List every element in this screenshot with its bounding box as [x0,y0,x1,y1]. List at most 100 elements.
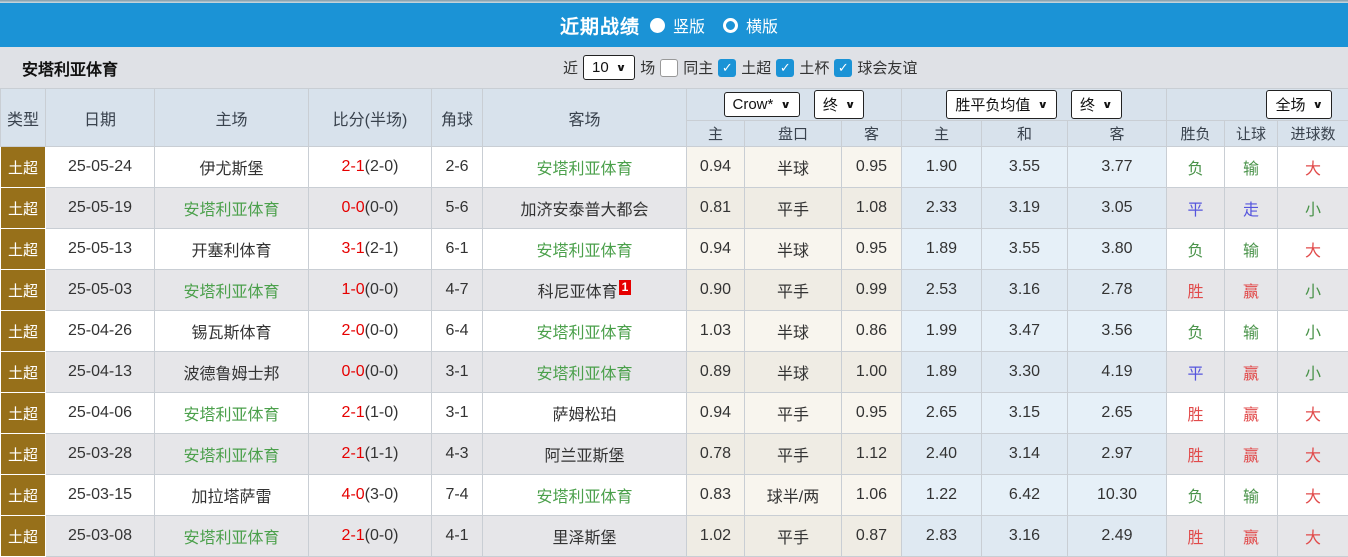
wdl-result-cell: 负 [1167,147,1225,188]
recent-results-table: 类型 日期 主场 比分(半场) 角球 客场 Crow* ∨ 终 ∨ [0,88,1348,557]
handicap-cell: 平手 [745,434,842,475]
handicap-cell: 平手 [745,393,842,434]
crow-away-odds-cell: 1.08 [842,188,902,229]
avg-away-odds-cell: 2.97 [1068,434,1167,475]
crow-away-odds-cell: 0.95 [842,229,902,270]
date-cell: 25-05-24 [46,147,155,188]
vertical-layout-radio[interactable] [650,18,665,33]
away-team-cell: 安塔利亚体育 [483,475,687,516]
avg-draw-odds-cell: 3.47 [982,311,1068,352]
friendly-label[interactable]: 球会友谊 [857,57,917,78]
wdl-result-cell: 平 [1167,188,1225,229]
chevron-down-icon: ∨ [1037,98,1048,111]
horizontal-layout-label[interactable]: 横版 [746,13,778,37]
home-team-cell: 加拉塔萨雷 [155,475,309,516]
filter-bar: 安塔利亚体育 近 10 ∨ 场 同主 ✓ 土超 ✓ 土杯 ✓ 球会友谊 [0,47,1348,88]
friendly-checkbox[interactable]: ✓ [834,59,852,77]
bookmaker-time-select[interactable]: 终 ∨ [814,90,865,119]
cup-label[interactable]: 土杯 [799,57,829,78]
odds-average-select[interactable]: 胜平负均值 ∨ [946,90,1057,119]
sub-header-wdl: 胜负 [1167,121,1225,147]
handicap-result-cell: 走 [1225,188,1278,229]
col-header-score: 比分(半场) [309,89,432,147]
date-cell: 25-04-13 [46,352,155,393]
corners-cell: 2-6 [432,147,483,188]
date-cell: 25-03-15 [46,475,155,516]
date-cell: 25-05-13 [46,229,155,270]
wdl-result-cell: 平 [1167,352,1225,393]
fulltime-score: 4-0 [342,486,365,503]
wdl-result-cell: 负 [1167,475,1225,516]
col-header-date: 日期 [46,89,155,147]
handicap-result-cell: 输 [1225,229,1278,270]
corners-cell: 6-4 [432,311,483,352]
match-row: 土超25-05-03安塔利亚体育1-0(0-0)4-7科尼亚体育10.90平手0… [1,270,1348,311]
recent-count-select[interactable]: 10 ∨ [583,55,635,80]
score-cell: 2-1(1-1) [309,434,432,475]
score-cell: 0-0(0-0) [309,352,432,393]
bookmaker-select[interactable]: Crow* ∨ [724,92,800,117]
fulltime-score: 2-1 [342,445,365,462]
avg-draw-odds-cell: 3.14 [982,434,1068,475]
recent-label: 近 [563,57,578,78]
super-league-label[interactable]: 土超 [741,57,771,78]
date-cell: 25-03-08 [46,516,155,557]
fulltime-score: 2-1 [342,527,365,544]
crow-away-odds-cell: 1.00 [842,352,902,393]
league-type-cell: 土超 [1,393,46,434]
same-home-label[interactable]: 同主 [683,57,713,78]
handicap-result-cell: 输 [1225,147,1278,188]
home-team-cell: 安塔利亚体育 [155,270,309,311]
league-type-cell: 土超 [1,229,46,270]
horizontal-layout-radio[interactable] [723,18,738,33]
avg-home-odds-cell: 2.40 [902,434,982,475]
col-header-type: 类型 [1,89,46,147]
matches-label: 场 [640,57,655,78]
halftime-score: (0-0) [365,527,399,544]
date-cell: 25-04-06 [46,393,155,434]
halftime-score: (2-1) [365,240,399,257]
same-home-checkbox[interactable] [660,59,678,77]
page-title: 近期战绩 [560,12,640,39]
match-row: 土超25-05-13开塞利体育3-1(2-1)6-1安塔利亚体育0.94半球0.… [1,229,1348,270]
table-body: 土超25-05-24伊尤斯堡2-1(2-0)2-6安塔利亚体育0.94半球0.9… [1,147,1348,557]
avg-away-odds-cell: 3.80 [1068,229,1167,270]
sub-header-odds-home: 主 [902,121,982,147]
away-team-cell: 阿兰亚斯堡 [483,434,687,475]
cup-checkbox[interactable]: ✓ [776,59,794,77]
goals-result-cell: 小 [1278,188,1348,229]
wdl-result-cell: 胜 [1167,434,1225,475]
sub-header-odds-away: 客 [1068,121,1167,147]
goals-result-cell: 小 [1278,270,1348,311]
sub-header-crow-away: 客 [842,121,902,147]
handicap-result-cell: 输 [1225,475,1278,516]
home-team-cell: 锡瓦斯体育 [155,311,309,352]
home-team-cell: 安塔利亚体育 [155,516,309,557]
avg-away-odds-cell: 4.19 [1068,352,1167,393]
crow-away-odds-cell: 0.99 [842,270,902,311]
league-type-cell: 土超 [1,352,46,393]
vertical-layout-label[interactable]: 竖版 [673,13,705,37]
fulltime-score: 0-0 [342,363,365,380]
chevron-down-icon: ∨ [1102,98,1113,111]
sub-header-goals: 进球数 [1278,121,1348,147]
match-row: 土超25-04-26锡瓦斯体育2-0(0-0)6-4安塔利亚体育1.03半球0.… [1,311,1348,352]
score-cell: 0-0(0-0) [309,188,432,229]
handicap-result-cell: 赢 [1225,352,1278,393]
avg-draw-odds-cell: 3.16 [982,270,1068,311]
crow-away-odds-cell: 1.06 [842,475,902,516]
fulltime-select[interactable]: 全场 ∨ [1266,90,1332,119]
score-cell: 4-0(3-0) [309,475,432,516]
avg-draw-odds-cell: 6.42 [982,475,1068,516]
super-league-checkbox[interactable]: ✓ [718,59,736,77]
halftime-score: (0-0) [365,199,399,216]
match-row: 土超25-05-19安塔利亚体育0-0(0-0)5-6加济安泰普大都会0.81平… [1,188,1348,229]
wdl-result-cell: 负 [1167,311,1225,352]
avg-home-odds-cell: 1.89 [902,352,982,393]
date-cell: 25-05-19 [46,188,155,229]
league-type-cell: 土超 [1,270,46,311]
goals-result-cell: 小 [1278,311,1348,352]
odds-time-select[interactable]: 终 ∨ [1071,90,1122,119]
league-type-cell: 土超 [1,516,46,557]
fulltime-score: 3-1 [342,240,365,257]
